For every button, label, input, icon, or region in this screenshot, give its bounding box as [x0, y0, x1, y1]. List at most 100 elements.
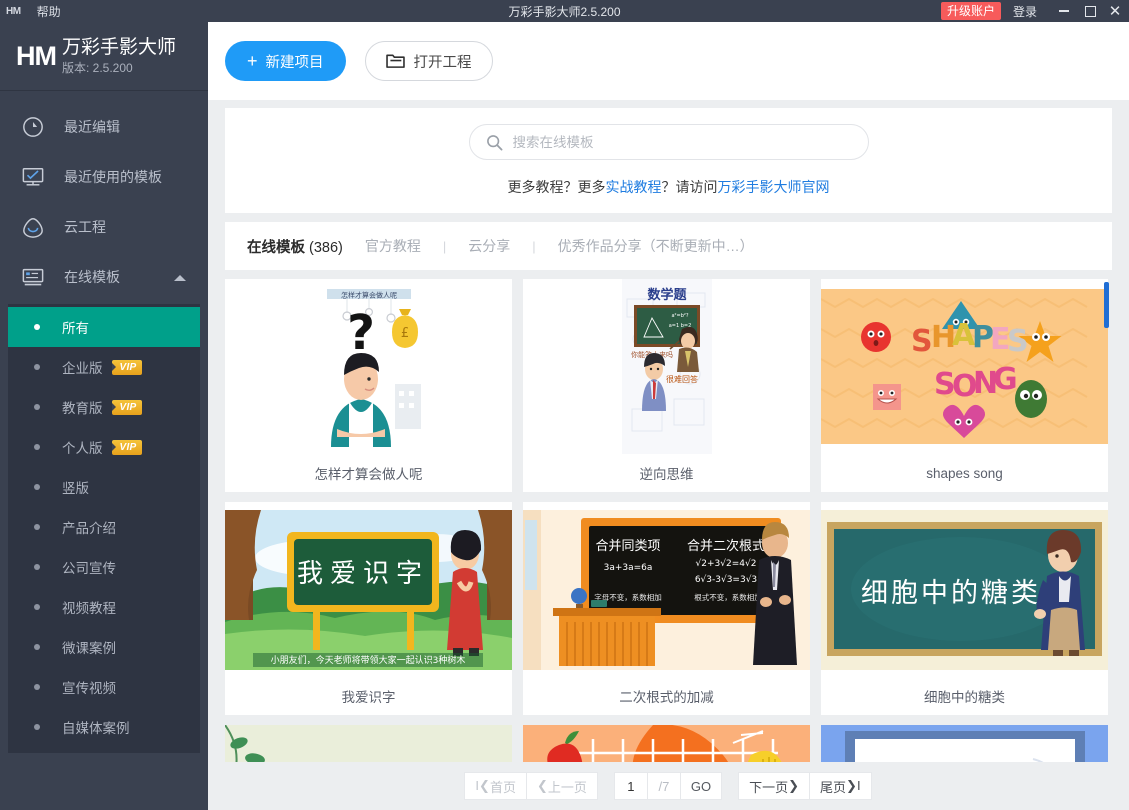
tip-mid: ？请访问 [661, 179, 718, 195]
sidebar-item-label: 云工程 [64, 219, 106, 235]
template-card[interactable]: 合并同类项 合并二次根式 3a+3a=6a √2+3√2=4√2 6√3-3√3… [523, 502, 810, 715]
tab-online-templates-label: 在线模板 [247, 239, 305, 256]
template-card[interactable]: S H A P E S S O N G shapes song [821, 279, 1108, 492]
open-project-button[interactable]: 打开工程 [364, 41, 493, 81]
svg-text:合并同类项: 合并同类项 [595, 539, 660, 554]
sidebar-item-video-tutorial[interactable]: 视频教程 [8, 587, 200, 627]
template-thumbnail: 数学题 a²=b²? a=1 b=2 你能答上来吗 [523, 279, 810, 454]
last-page-label: 尾页 [820, 779, 847, 795]
sidebar-item-product-intro[interactable]: 产品介绍 [8, 507, 200, 547]
prev-page-label: 上一页 [547, 779, 587, 795]
new-project-label: 新建项目 [265, 54, 324, 71]
svg-text:我爱识字: 我爱识字 [297, 559, 429, 589]
app-logo-small: HM [6, 5, 21, 17]
cloud-icon [18, 214, 48, 240]
brand-name: 万彩手影大师 [62, 36, 177, 58]
bullet-icon [34, 324, 40, 330]
menu-help[interactable]: 帮助 [37, 3, 61, 20]
bullet-icon [34, 404, 40, 410]
sidebar-subitem-label: 竖版 [62, 481, 89, 496]
current-page-input[interactable]: 1 [613, 772, 648, 800]
bullet-icon [34, 604, 40, 610]
monitor-check-icon [18, 164, 48, 190]
tab-online-templates[interactable]: 在线模板 (386) [247, 236, 343, 257]
svg-text:a²=b²?: a²=b²? [671, 313, 688, 319]
sidebar-item-company-promo[interactable]: 公司宣传 [8, 547, 200, 587]
go-button[interactable]: GO [679, 772, 723, 800]
sidebar-item-self-media[interactable]: 自媒体案例 [8, 707, 200, 747]
template-count: (386) [309, 239, 343, 256]
sidebar-item-recent-templates[interactable]: 最近使用的模板 [0, 152, 208, 202]
search-input[interactable] [512, 134, 868, 150]
template-screen-icon [18, 264, 48, 290]
chevron-up-icon[interactable] [174, 275, 186, 281]
practical-tutorial-link[interactable]: 实战教程 [606, 179, 662, 195]
svg-text:小朋友们，今天老师将带领大家一起认识3种树木: 小朋友们，今天老师将带领大家一起认识3种树木 [271, 654, 466, 666]
next-page-button[interactable]: 下一页 ❯ [738, 772, 811, 800]
total-pages-label: /7 [646, 772, 681, 800]
last-page-button[interactable]: 尾页 ❯I [809, 772, 872, 800]
title-bar-right: 升级账户 登录 ✕ [940, 0, 1129, 22]
tab-official-tutorial[interactable]: 官方教程 [365, 236, 421, 256]
sidebar-item-personal[interactable]: 个人版 VIP [8, 427, 200, 467]
sidebar-subitem-label: 个人版 [62, 441, 103, 456]
official-site-link[interactable]: 万彩手影大师官网 [718, 179, 830, 195]
close-icon[interactable]: ✕ [1103, 0, 1129, 22]
new-project-button[interactable]: + 新建项目 [225, 41, 346, 81]
upgrade-account-button[interactable]: 升级账户 [940, 2, 1001, 20]
content-area: 更多教程？更多实战教程？请访问万彩手影大师官网 在线模板 (386) 官方教程 … [208, 100, 1129, 810]
svg-text:3a+3a=6a: 3a+3a=6a [604, 563, 653, 573]
sidebar-subitem-label: 自媒体案例 [62, 721, 130, 736]
svg-text:根式不变，系数相加: 根式不变，系数相加 [694, 592, 762, 602]
sidebar-sublist: 所有 企业版 VIP 教育版 VIP 个人版 VIP 竖版 产品介绍 公司宣传 … [8, 304, 200, 753]
sidebar-item-recent-edits[interactable]: 最近编辑 [0, 102, 208, 152]
tab-featured-works[interactable]: 优秀作品分享（不断更新中…） [558, 236, 754, 256]
scrollbar-thumb[interactable] [1104, 282, 1109, 328]
toolbar: + 新建项目 打开工程 [208, 22, 1129, 100]
maximize-icon[interactable] [1077, 0, 1103, 22]
template-card[interactable]: 细胞中的糖类 细胞中的糖类 [821, 502, 1108, 715]
title-bar: HM 帮助 万彩手影大师2.5.200 升级账户 登录 ✕ [0, 0, 1129, 22]
content-scrollbar[interactable] [1104, 279, 1109, 810]
sidebar-subitem-label: 微课案例 [62, 641, 116, 656]
sidebar: HM 万彩手影大师 版本: 2.5.200 最近编辑 最近使用的模板 云工程 在… [0, 22, 208, 810]
prev-page-button[interactable]: ❮ 上一页 [525, 772, 598, 800]
sidebar-item-all[interactable]: 所有 [8, 307, 200, 347]
pagination-bar: I❮ 首页 ❮ 上一页 1 /7 GO 下一页 ❯ 尾页 ❯I [208, 762, 1129, 810]
next-page-label: 下一页 [749, 779, 789, 795]
sidebar-item-enterprise[interactable]: 企业版 VIP [8, 347, 200, 387]
first-page-button[interactable]: I❮ 首页 [464, 772, 527, 800]
sidebar-item-cloud-projects[interactable]: 云工程 [0, 202, 208, 252]
sidebar-subitem-label: 所有 [62, 321, 89, 336]
brand-text: 万彩手影大师 版本: 2.5.200 [62, 36, 176, 77]
template-card[interactable]: 怎样才算会做人呢 ? £ 怎样才算会做人呢 [225, 279, 512, 492]
search-box[interactable] [468, 124, 869, 160]
bullet-icon [34, 484, 40, 490]
sidebar-item-label: 最近编辑 [64, 119, 120, 135]
svg-text:怎样才算会做人呢: 怎样才算会做人呢 [341, 291, 397, 300]
template-thumbnail: 怎样才算会做人呢 ? £ [225, 279, 512, 454]
first-page-label: 首页 [489, 779, 516, 795]
sidebar-subitem-label: 公司宣传 [62, 561, 116, 576]
sidebar-item-vertical[interactable]: 竖版 [8, 467, 200, 507]
sidebar-item-online-templates[interactable]: 在线模板 [0, 252, 208, 302]
sidebar-item-education[interactable]: 教育版 VIP [8, 387, 200, 427]
sidebar-item-micro-course[interactable]: 微课案例 [8, 627, 200, 667]
open-project-label: 打开工程 [413, 54, 472, 71]
template-title: 细胞中的糖类 [924, 690, 1005, 705]
template-card[interactable]: 数学题 a²=b²? a=1 b=2 你能答上来吗 [523, 279, 810, 492]
svg-text:£: £ [400, 326, 408, 341]
vip-badge: VIP [111, 439, 142, 455]
tab-cloud-share[interactable]: 云分享 [468, 236, 510, 256]
bullet-icon [34, 444, 40, 450]
tab-separator: | [442, 238, 447, 254]
search-icon [486, 134, 503, 151]
minimize-icon[interactable] [1051, 0, 1077, 22]
sidebar-item-promo-video[interactable]: 宣传视频 [8, 667, 200, 707]
bullet-icon [34, 644, 40, 650]
app-window: HM 帮助 万彩手影大师2.5.200 升级账户 登录 ✕ HM 万彩手影大师 … [0, 0, 1129, 810]
login-button[interactable]: 登录 [1013, 3, 1037, 20]
template-card[interactable]: 我爱识字 小朋友们，今天老师将带领大家一起认识3种树木 我爱识字 [225, 502, 512, 715]
bullet-icon [34, 524, 40, 530]
search-panel: 更多教程？更多实战教程？请访问万彩手影大师官网 [225, 108, 1112, 213]
